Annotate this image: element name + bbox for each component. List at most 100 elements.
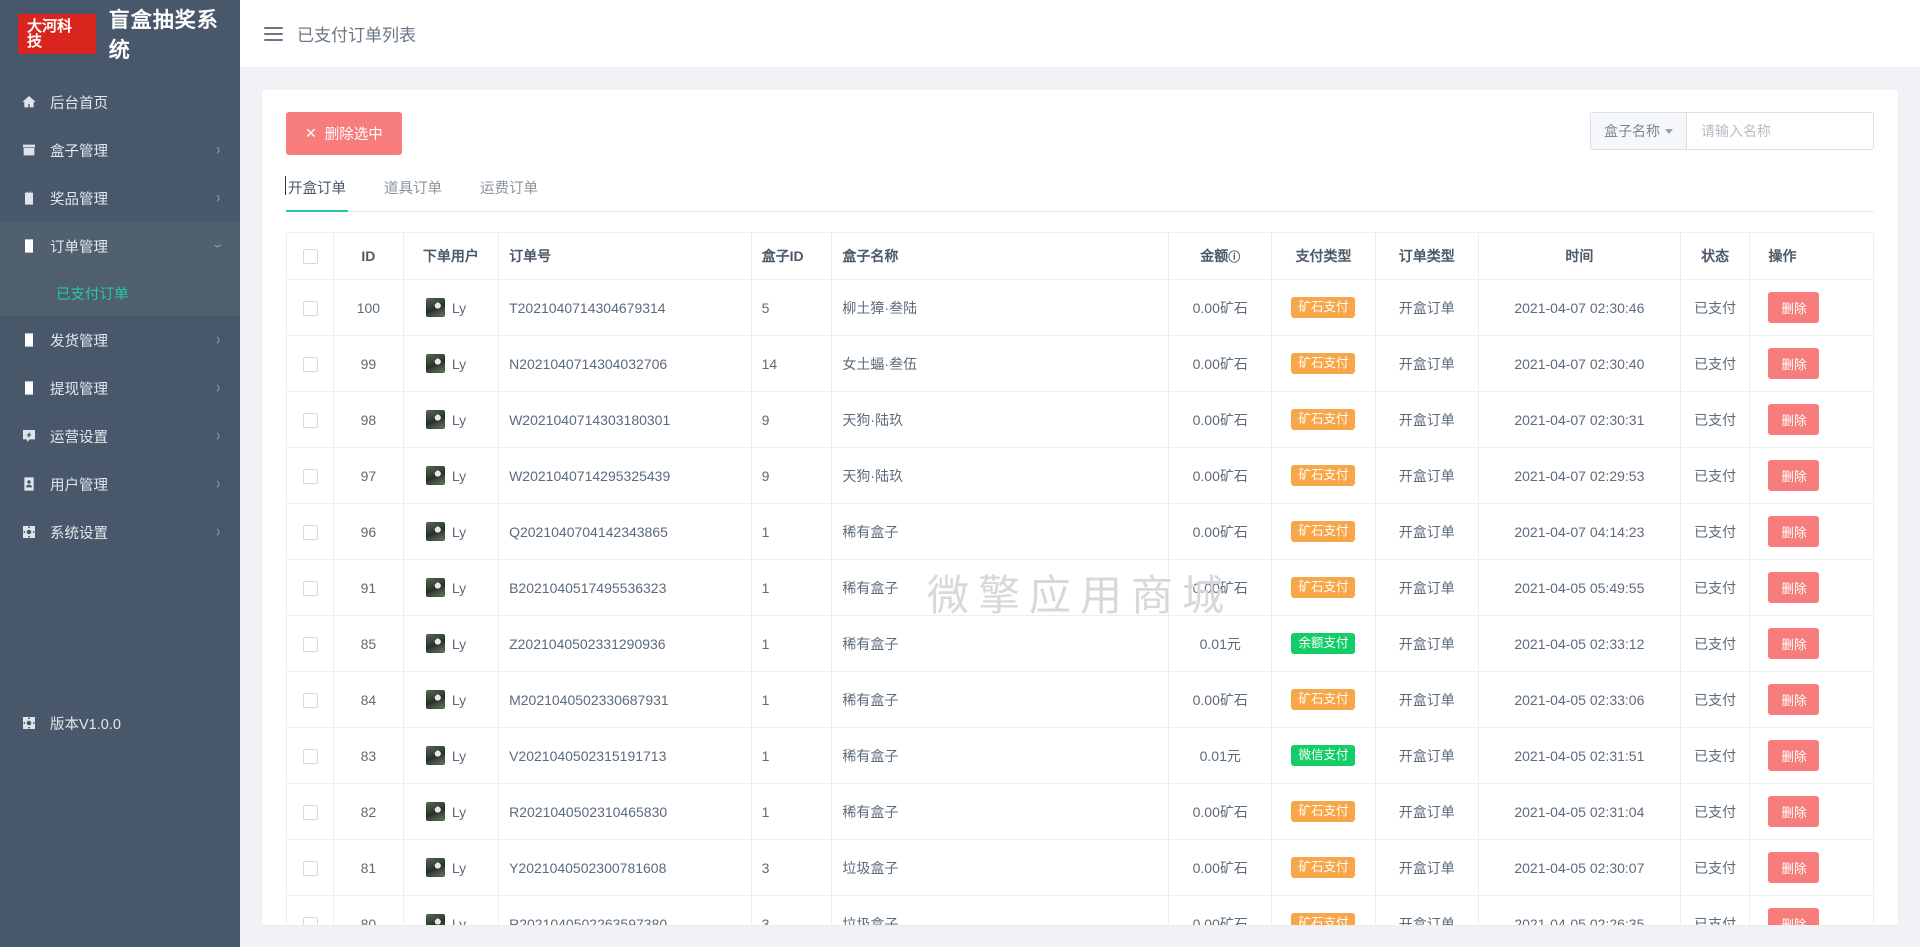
cell-order-no: R2021040502263597380 bbox=[498, 895, 752, 925]
sidebar-item-operations-settings[interactable]: 运营设置 › bbox=[0, 412, 240, 460]
sidebar-version: 版本V1.0.0 bbox=[0, 699, 240, 747]
avatar bbox=[425, 466, 445, 485]
row-checkbox[interactable] bbox=[302, 524, 318, 540]
cell-order-type: 开盒订单 bbox=[1375, 727, 1479, 784]
cell-user: Ly bbox=[403, 279, 500, 336]
cell-user: Ly bbox=[403, 895, 500, 925]
cell-user: Ly bbox=[403, 335, 500, 392]
select-all-checkbox[interactable] bbox=[302, 249, 318, 265]
sidebar-item-system-settings[interactable]: 系统设置 › bbox=[0, 508, 240, 556]
cell-user: Ly bbox=[403, 671, 500, 728]
cell-operations: 删除 bbox=[1749, 615, 1874, 672]
th-select-all[interactable] bbox=[286, 232, 335, 280]
cell-order-type: 开盒订单 bbox=[1375, 895, 1479, 925]
row-checkbox-cell[interactable] bbox=[286, 839, 335, 896]
sidebar-item-box-management[interactable]: 盒子管理 › bbox=[0, 126, 240, 174]
delete-row-button[interactable]: 删除 bbox=[1768, 516, 1820, 547]
delete-row-button[interactable]: 删除 bbox=[1768, 684, 1820, 715]
row-checkbox-cell[interactable] bbox=[286, 391, 335, 448]
row-checkbox-cell[interactable] bbox=[286, 559, 335, 616]
row-checkbox-cell[interactable] bbox=[286, 671, 335, 728]
delete-row-button[interactable]: 删除 bbox=[1768, 852, 1820, 883]
row-checkbox-cell[interactable] bbox=[286, 335, 335, 392]
hamburger-icon[interactable] bbox=[264, 26, 283, 41]
row-checkbox[interactable] bbox=[302, 748, 318, 764]
sidebar-item-prize-management[interactable]: 奖品管理 › bbox=[0, 174, 240, 222]
row-checkbox[interactable] bbox=[302, 468, 318, 484]
cell-operations: 删除 bbox=[1749, 895, 1874, 925]
delete-selected-button[interactable]: ✕ 删除选中 bbox=[286, 112, 402, 155]
table-row: 83 Ly V2021040502315191713 1 稀有盒子 0.01元 微信支付 开盒… bbox=[286, 727, 1874, 784]
sidebar-item-label: 订单管理 bbox=[50, 239, 108, 256]
question-circle-icon[interactable]: ⓘ bbox=[1228, 250, 1240, 264]
sidebar-item-order-management[interactable]: 订单管理 › bbox=[0, 222, 240, 270]
cell-pay-type: 矿石支付 bbox=[1271, 279, 1376, 336]
sidebar-item-shipping-management[interactable]: 发货管理 › bbox=[0, 316, 240, 364]
row-checkbox-cell[interactable] bbox=[286, 615, 335, 672]
sidebar-item-user-management[interactable]: 用户管理 › bbox=[0, 460, 240, 508]
row-checkbox[interactable] bbox=[302, 580, 318, 596]
pay-type-badge: 微信支付 bbox=[1291, 744, 1356, 767]
cell-box-name: 稀有盒子 bbox=[831, 615, 1170, 672]
close-icon: ✕ bbox=[305, 125, 317, 141]
th-pay-type: 支付类型 bbox=[1271, 232, 1376, 280]
row-checkbox-cell[interactable] bbox=[286, 447, 335, 504]
sidebar-item-paid-orders[interactable]: 已支付订单 bbox=[0, 270, 240, 316]
search-input[interactable] bbox=[1687, 113, 1873, 149]
pay-type-badge: 余额支付 bbox=[1291, 632, 1356, 655]
search-field-select[interactable]: 盒子名称 bbox=[1591, 113, 1687, 149]
delete-row-button[interactable]: 删除 bbox=[1768, 404, 1820, 435]
row-checkbox[interactable] bbox=[302, 804, 318, 820]
th-time: 时间 bbox=[1478, 232, 1681, 280]
row-checkbox-cell[interactable] bbox=[286, 727, 335, 784]
delete-row-button[interactable]: 删除 bbox=[1768, 348, 1820, 379]
cell-box-name: 垃圾盒子 bbox=[831, 895, 1170, 925]
tab-item-orders[interactable]: 道具订单 bbox=[384, 177, 442, 211]
row-checkbox[interactable] bbox=[302, 636, 318, 652]
cell-box-name: 稀有盒子 bbox=[831, 671, 1170, 728]
cell-time: 2021-04-05 02:31:51 bbox=[1478, 727, 1681, 784]
table-row: 99 Ly N2021040714304032706 14 女土蝠·叁伍 0.00矿石 矿石… bbox=[286, 335, 1874, 392]
delete-row-button[interactable]: 删除 bbox=[1768, 908, 1820, 925]
avatar bbox=[425, 802, 445, 821]
row-checkbox-cell[interactable] bbox=[286, 895, 335, 925]
row-checkbox[interactable] bbox=[302, 412, 318, 428]
row-checkbox-cell[interactable] bbox=[286, 783, 335, 840]
cell-id: 96 bbox=[333, 503, 404, 560]
cell-amount: 0.00矿石 bbox=[1168, 895, 1273, 925]
search-field-label: 盒子名称 bbox=[1604, 123, 1660, 139]
row-checkbox-cell[interactable] bbox=[286, 279, 335, 336]
orders-table-wrap: 微擎应用商城 ID 下单用户 订单号 盒子ID 盒子名称 金额ⓘ 支付类型 订单… bbox=[286, 232, 1874, 925]
row-checkbox[interactable] bbox=[302, 916, 318, 925]
row-checkbox[interactable] bbox=[302, 860, 318, 876]
sidebar-subitem-label: 已支付订单 bbox=[56, 286, 129, 303]
table-row: 84 Ly M2021040502330687931 1 稀有盒子 0.00矿石 矿石支付开… bbox=[286, 671, 1874, 728]
delete-selected-label: 删除选中 bbox=[324, 127, 383, 143]
orders-table: ID 下单用户 订单号 盒子ID 盒子名称 金额ⓘ 支付类型 订单类型 时间 状… bbox=[286, 232, 1874, 925]
sidebar-item-withdraw-management[interactable]: 提现管理 › bbox=[0, 364, 240, 412]
cell-box-id: 1 bbox=[751, 671, 833, 728]
cell-box-id: 9 bbox=[751, 447, 833, 504]
row-checkbox-cell[interactable] bbox=[286, 503, 335, 560]
pay-type-badge: 矿石支付 bbox=[1291, 800, 1356, 823]
row-checkbox[interactable] bbox=[302, 300, 318, 316]
cell-id: 91 bbox=[333, 559, 404, 616]
home-icon bbox=[20, 94, 37, 111]
row-checkbox[interactable] bbox=[302, 692, 318, 708]
delete-row-button[interactable]: 删除 bbox=[1768, 292, 1820, 323]
sidebar-item-dashboard[interactable]: 后台首页 bbox=[0, 78, 240, 126]
delete-row-button[interactable]: 删除 bbox=[1768, 572, 1820, 603]
pay-type-badge: 矿石支付 bbox=[1291, 520, 1356, 543]
user-name: Ly bbox=[451, 691, 467, 708]
table-row: 85 Ly Z2021040502331290936 1 稀有盒子 0.01元 余额支付 开盒… bbox=[286, 615, 1874, 672]
cell-order-no: M2021040502330687931 bbox=[498, 671, 752, 728]
delete-row-button[interactable]: 删除 bbox=[1768, 796, 1820, 827]
delete-row-button[interactable]: 删除 bbox=[1768, 460, 1820, 491]
tab-shipping-orders[interactable]: 运费订单 bbox=[480, 177, 538, 211]
cell-id: 81 bbox=[333, 839, 404, 896]
tab-open-box-orders[interactable]: 开盒订单 bbox=[285, 176, 348, 212]
delete-row-button[interactable]: 删除 bbox=[1768, 628, 1820, 659]
row-checkbox[interactable] bbox=[302, 356, 318, 372]
avatar bbox=[425, 522, 445, 541]
delete-row-button[interactable]: 删除 bbox=[1768, 740, 1820, 771]
